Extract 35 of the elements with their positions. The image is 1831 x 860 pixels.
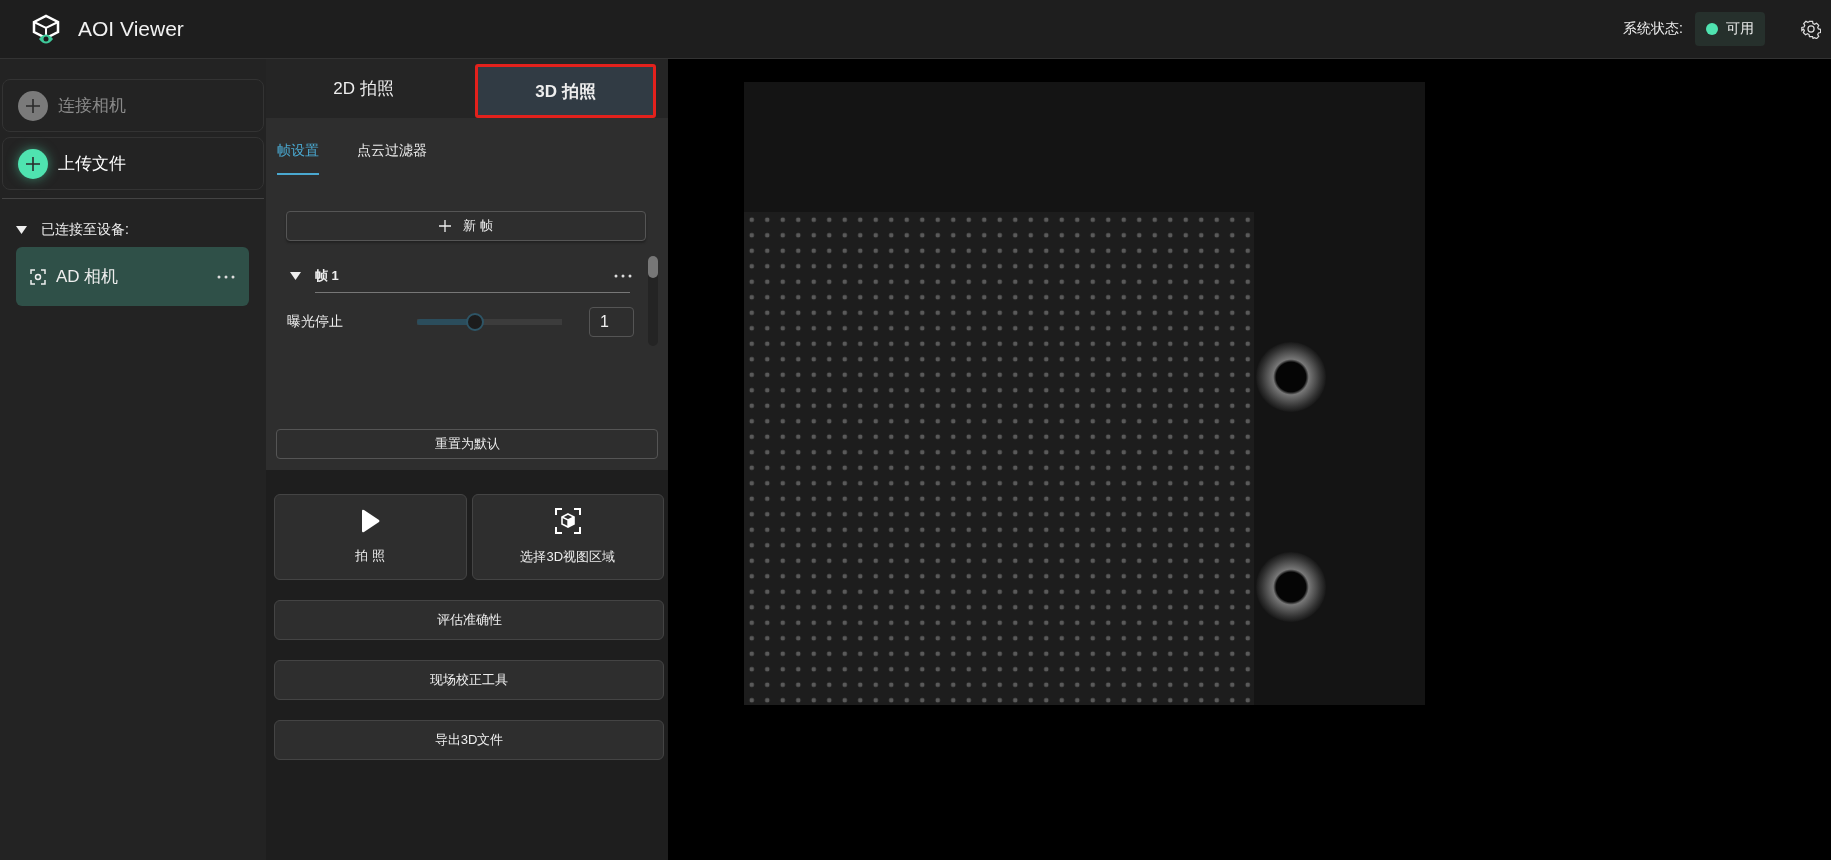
slider-thumb[interactable]	[466, 313, 484, 331]
capture-tab[interactable]: 2D 拍照	[266, 59, 461, 118]
reset-button[interactable]: 重置为默认	[276, 429, 658, 459]
camera-focus-icon	[30, 268, 46, 285]
sidebar-action-button[interactable]: 上传文件	[2, 137, 264, 190]
app-logo-icon	[30, 13, 62, 45]
setting-label: 曝光停止	[287, 313, 344, 331]
app-title: AOI Viewer	[78, 17, 184, 41]
primary-action-button[interactable]: 选择3D视图区域	[471, 494, 664, 580]
play-icon	[360, 509, 381, 533]
sub-tab[interactable]: 点云过滤器	[357, 142, 427, 175]
more-icon[interactable]	[217, 274, 235, 279]
primary-action-button[interactable]: 拍 照	[274, 494, 467, 580]
capture-tab[interactable]: 3D 拍照	[475, 64, 656, 118]
settings-icon[interactable]	[1801, 19, 1821, 39]
action-button[interactable]: 现场校正工具	[274, 660, 664, 700]
caret-icon[interactable]	[290, 272, 301, 280]
sub-tab[interactable]: 帧设置	[277, 142, 319, 175]
action-button[interactable]: 导出3D文件	[274, 720, 664, 760]
status-label: 系统状态:	[1623, 20, 1683, 38]
status-text: 可用	[1726, 20, 1754, 38]
plus-icon	[439, 220, 452, 232]
frame-title: 帧 1	[315, 267, 630, 293]
new-frame-button[interactable]: 新 帧	[286, 211, 646, 241]
more-icon[interactable]	[614, 274, 632, 278]
devices-heading: 已连接至设备:	[41, 221, 129, 239]
cube-select-icon	[554, 508, 581, 534]
caret-icon[interactable]	[16, 226, 27, 234]
scrollbar[interactable]	[648, 256, 658, 346]
action-button[interactable]: 评估准确性	[274, 600, 664, 640]
device-item[interactable]: AD 相机	[16, 247, 249, 306]
number-input[interactable]: 1	[589, 307, 634, 337]
plus-icon	[18, 148, 48, 179]
device-name: AD 相机	[56, 266, 120, 288]
plus-icon	[18, 90, 48, 121]
